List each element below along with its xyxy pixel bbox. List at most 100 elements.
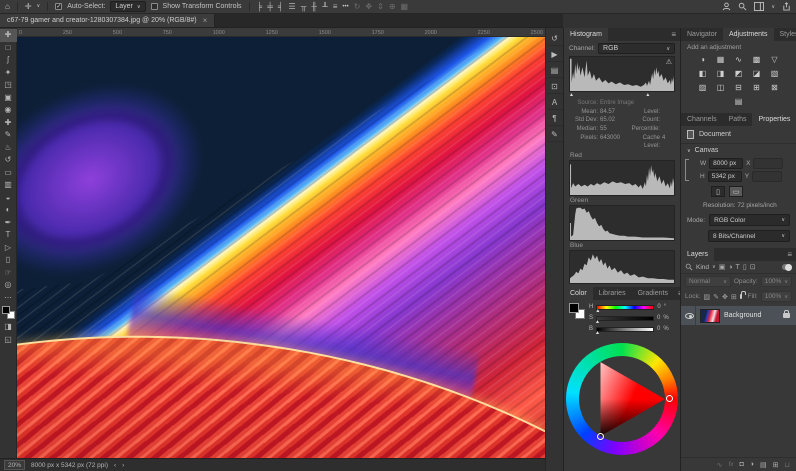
layer-effects-icon[interactable]: fx <box>729 461 734 468</box>
chevron-down-icon[interactable]: ∨ <box>37 4 41 9</box>
tab-gradients[interactable]: Gradients <box>632 287 674 300</box>
tab-properties[interactable]: Properties <box>752 113 796 126</box>
color-wheel[interactable] <box>566 343 678 455</box>
brightness-value[interactable]: 0 <box>657 326 660 332</box>
marker-icon[interactable]: ▲ <box>569 92 574 98</box>
tab-paths[interactable]: Paths <box>723 113 753 126</box>
status-next-icon[interactable]: › <box>122 462 124 469</box>
search-icon[interactable] <box>738 2 747 11</box>
share-icon[interactable] <box>782 2 791 11</box>
color-swatches[interactable] <box>569 303 585 319</box>
visibility-toggle[interactable] <box>684 306 696 325</box>
tab-libraries[interactable]: Libraries <box>593 287 632 300</box>
filter-toggle[interactable] <box>782 264 792 270</box>
character-panel-icon[interactable]: A <box>547 95 563 110</box>
filter-kind-label[interactable]: Kind <box>696 264 709 271</box>
tab-navigator[interactable]: Navigator <box>681 28 723 41</box>
adjustment-color-balance-icon[interactable]: ◨ <box>715 68 727 79</box>
saturation-value[interactable]: 0 <box>657 315 660 321</box>
tool-path-select[interactable]: ▷ <box>0 242 17 255</box>
layer-thumbnail[interactable] <box>700 309 720 323</box>
align-center-icon[interactable]: ╪ <box>267 2 273 11</box>
tab-adjustments[interactable]: Adjustments <box>723 28 774 41</box>
channel-dropdown[interactable]: RGB∨ <box>598 43 675 54</box>
new-adjustment-icon[interactable]: ◑ <box>750 461 754 468</box>
filter-pixel-layers-icon[interactable]: ▣ <box>719 263 726 271</box>
hue-slider[interactable]: ▲ <box>596 305 654 310</box>
filter-shape-layers-icon[interactable]: ▯ <box>743 263 747 271</box>
height-field[interactable]: 5342 px <box>708 171 742 182</box>
adjustment-selective-color-icon[interactable]: ⊠ <box>769 82 781 93</box>
brightness-slider[interactable]: ▲ <box>596 327 654 332</box>
saturation-slider[interactable]: ▲ <box>596 316 654 321</box>
canvas-section-header[interactable]: ∨ Canvas <box>681 144 796 157</box>
adjustment-brightness-contrast-icon[interactable]: ◑ <box>697 54 709 65</box>
horizontal-ruler[interactable]: 0 250 500 750 1000 1250 1500 1750 2000 2… <box>17 28 545 37</box>
color-swatches[interactable] <box>2 306 15 319</box>
histogram-markers[interactable]: ▲ ▲ <box>569 92 675 98</box>
adjustment-invert-icon[interactable]: ◫ <box>715 82 727 93</box>
tab-histogram[interactable]: Histogram <box>564 28 608 41</box>
tool-brush[interactable]: ✎ <box>0 129 17 142</box>
layer-lock-icon[interactable] <box>783 313 790 318</box>
adjustment-channel-mixer-icon[interactable]: ▧ <box>769 68 781 79</box>
adjustment-levels-icon[interactable]: ▦ <box>715 54 727 65</box>
slider-marker-icon[interactable]: ▲ <box>595 308 600 314</box>
align-top-icon[interactable]: ╥ <box>301 2 307 11</box>
slider-marker-icon[interactable]: ▲ <box>595 330 600 336</box>
adjustment-curves-icon[interactable]: ∿ <box>733 54 745 65</box>
adjustment-threshold-icon[interactable]: ⊞ <box>751 82 763 93</box>
tool-crop[interactable]: ◳ <box>0 79 17 92</box>
foreground-color-swatch[interactable] <box>2 306 10 314</box>
align-middle-icon[interactable]: ╫ <box>311 2 317 11</box>
lock-pixels-icon[interactable]: ✎ <box>713 293 719 301</box>
tool-frame[interactable]: ▣ <box>0 92 17 105</box>
canvas-image[interactable] <box>17 37 545 458</box>
tool-dodge[interactable]: ◐ <box>0 204 17 217</box>
move-tool-icon[interactable]: ✛ <box>25 3 32 11</box>
warning-icon[interactable]: ⚠ <box>666 58 672 66</box>
tool-eraser[interactable]: ▭ <box>0 167 17 180</box>
tool-blur[interactable]: ◒ <box>0 192 17 205</box>
tool-eyedropper[interactable]: ◉ <box>0 104 17 117</box>
panel-menu-icon[interactable]: ≡ <box>667 28 680 41</box>
filter-type-layers-icon[interactable]: T <box>736 264 740 271</box>
tab-layers[interactable]: Layers <box>681 248 714 261</box>
adjustment-gradient-map-icon[interactable]: ▤ <box>733 96 745 107</box>
align-right-icon[interactable]: ╡ <box>278 2 284 11</box>
tool-type[interactable]: T <box>0 229 17 242</box>
adjustment-exposure-icon[interactable]: ▩ <box>751 54 763 65</box>
filter-adjustment-layers-icon[interactable]: ◑ <box>728 264 732 271</box>
libraries-panel-icon[interactable]: ▤ <box>547 63 563 78</box>
tool-gradient[interactable]: ▥ <box>0 179 17 192</box>
workspace-switcher-icon[interactable] <box>754 2 764 11</box>
new-layer-icon[interactable]: ⊞ <box>773 461 779 469</box>
lock-artboard-icon[interactable]: ⊞ <box>731 293 737 301</box>
layer-row-background[interactable]: Background <box>681 306 796 325</box>
status-prev-icon[interactable]: ‹ <box>114 462 116 469</box>
slider-marker-icon[interactable]: ▲ <box>595 319 600 325</box>
link-layers-icon[interactable]: ∿ <box>717 461 723 469</box>
edit-toolbar-icon[interactable]: ⋯ <box>0 292 17 305</box>
user-account-icon[interactable] <box>722 2 731 11</box>
document-tab[interactable]: c67-79 gamer and creator-1280307384.jpg … <box>0 14 215 27</box>
collapse-icon[interactable]: ∨ <box>687 148 691 154</box>
adjustment-hue-saturation-icon[interactable]: ◧ <box>697 68 709 79</box>
blend-mode-dropdown[interactable]: Normal∨ <box>685 276 731 287</box>
layer-name[interactable]: Background <box>724 312 779 319</box>
chevron-down-icon[interactable]: ∨ <box>712 264 716 270</box>
tool-zoom[interactable]: ◎ <box>0 279 17 292</box>
new-group-icon[interactable]: ▤ <box>760 461 767 469</box>
adjustment-vibrance-icon[interactable]: ▽ <box>769 54 781 65</box>
tool-shape[interactable]: ▯ <box>0 254 17 267</box>
delete-layer-icon[interactable]: ⊔ <box>785 461 790 469</box>
source-value[interactable]: Entire Image <box>600 99 634 108</box>
tool-pen[interactable]: ✒ <box>0 217 17 230</box>
adjustment-photo-filter-icon[interactable]: ◪ <box>751 68 763 79</box>
align-left-icon[interactable]: ╞ <box>257 2 263 11</box>
portrait-orientation-button[interactable]: ▯ <box>711 186 725 197</box>
quick-mask-icon[interactable]: ◨ <box>0 321 17 334</box>
tool-hand[interactable]: ☞ <box>0 267 17 280</box>
tool-history-brush[interactable]: ↺ <box>0 154 17 167</box>
auto-select-checkbox[interactable]: ✓ <box>55 3 62 10</box>
